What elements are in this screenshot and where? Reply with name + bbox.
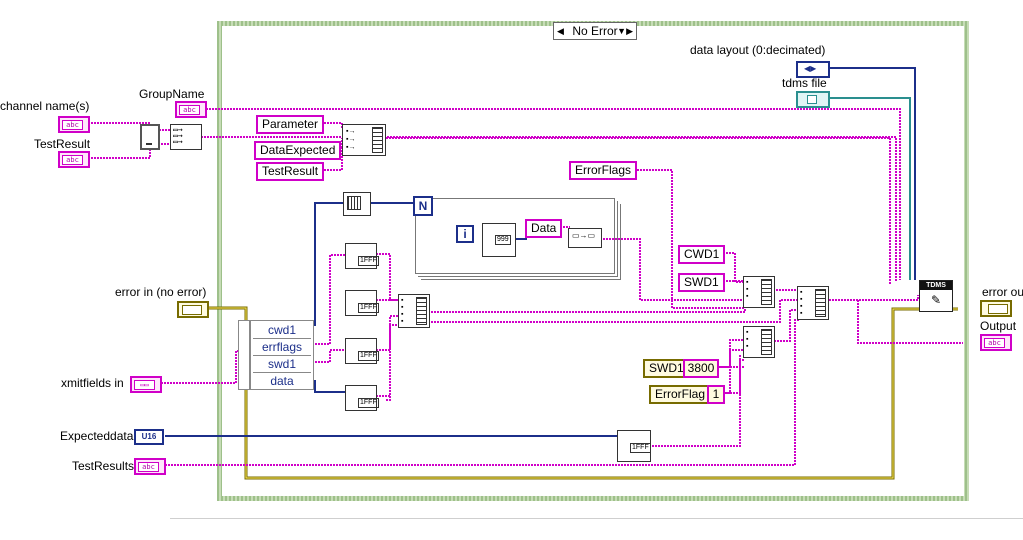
build-array-right-3[interactable]: ▪ ▪ ▪ bbox=[743, 326, 775, 358]
error-flag-constant[interactable]: ErrorFlag bbox=[649, 385, 712, 404]
loop-index-terminal[interactable]: i bbox=[456, 225, 474, 243]
num-1-constant[interactable]: 1 bbox=[707, 385, 725, 404]
error-in-control[interactable] bbox=[177, 301, 209, 318]
build-array-node[interactable]: ▭→ ▭→ ▭→ bbox=[170, 124, 202, 150]
concatenate-node[interactable]: ▭→▭ bbox=[568, 228, 602, 248]
group-name-control[interactable]: abc bbox=[175, 101, 207, 118]
test-results-control[interactable]: abc bbox=[134, 458, 166, 475]
xmit-fields-control[interactable]: ▭▭ bbox=[130, 376, 162, 393]
error-out-indicator bbox=[980, 300, 1012, 317]
format-index-node[interactable]: 999 bbox=[482, 223, 516, 257]
expected-data-control[interactable]: U16 bbox=[134, 429, 164, 445]
output-indicator: abc bbox=[980, 334, 1012, 351]
field-cwd1: cwd1 bbox=[253, 322, 311, 339]
build-array-top[interactable]: ▪→ ▪→ ▪→ bbox=[342, 124, 386, 156]
parameter-constant[interactable]: Parameter bbox=[256, 115, 325, 134]
transpose-array-node[interactable] bbox=[343, 192, 371, 216]
build-array-right-1[interactable]: ▪ ▪ ▪ bbox=[743, 276, 775, 308]
bottom-divider bbox=[170, 518, 1023, 519]
field-swd1: swd1 bbox=[253, 356, 311, 373]
format-hex-node-1[interactable]: 1FFF bbox=[345, 243, 379, 269]
channel-names-label: channel name(s) bbox=[0, 99, 90, 113]
test-result-constant[interactable]: TestResult bbox=[256, 162, 325, 181]
unbundle-by-name-node[interactable]: cwd1 errflags swd1 data bbox=[250, 320, 314, 390]
test-result-label: TestResult bbox=[34, 137, 91, 151]
case-dropdown-icon[interactable]: ▼▶ bbox=[617, 23, 633, 39]
format-hex-node-3[interactable]: 1FFF bbox=[345, 338, 379, 364]
build-array-right-2[interactable]: ▪ ▪ ▪ ▪ bbox=[797, 286, 829, 320]
case-decrement-icon[interactable]: ◀ bbox=[557, 23, 564, 39]
group-name-label: GroupName bbox=[139, 87, 205, 101]
field-data: data bbox=[270, 374, 294, 388]
tdms-file-control[interactable] bbox=[796, 91, 830, 108]
data-layout-label: data layout (0:decimated) bbox=[690, 43, 826, 57]
array-constant[interactable] bbox=[140, 124, 160, 150]
test-results-label: TestResults bbox=[72, 459, 135, 473]
unbundle-input-handle bbox=[238, 320, 250, 390]
error-out-label: error ou bbox=[982, 285, 1023, 299]
case-selector[interactable]: ◀ No Error ▼▶ bbox=[553, 22, 637, 40]
pencil-icon: ✎ bbox=[931, 293, 942, 307]
format-hex-node-4[interactable]: 1FFF bbox=[345, 385, 379, 411]
format-hex-node-5[interactable]: 1FFF bbox=[617, 430, 651, 462]
tdms-file-label: tdms file bbox=[782, 76, 827, 90]
expected-data-label: Expecteddata bbox=[60, 429, 134, 443]
field-errflags: errflags bbox=[253, 339, 311, 356]
test-result-control[interactable]: abc bbox=[58, 151, 90, 168]
data-expected-constant[interactable]: DataExpected bbox=[254, 141, 342, 160]
num-3800-constant[interactable]: 3800 bbox=[683, 359, 719, 378]
error-flags-constant[interactable]: ErrorFlags bbox=[569, 161, 638, 180]
tdms-write-node[interactable]: TDMS ✎ bbox=[919, 280, 953, 312]
error-in-label: error in (no error) bbox=[115, 285, 207, 299]
build-array-mid[interactable]: ▪ ▪ ▪ ▪ bbox=[398, 294, 430, 328]
loop-count-terminal[interactable]: N bbox=[413, 196, 433, 216]
swd1-constant[interactable]: SWD1 bbox=[678, 273, 725, 292]
cwd1-constant[interactable]: CWD1 bbox=[678, 245, 726, 264]
xmit-fields-label: xmitfields in bbox=[61, 376, 124, 390]
data-constant[interactable]: Data bbox=[525, 219, 563, 238]
channel-names-control[interactable]: abc bbox=[58, 116, 90, 133]
case-selector-label: No Error bbox=[572, 24, 618, 38]
format-hex-node-2[interactable]: 1FFF bbox=[345, 290, 379, 316]
output-label: Output bbox=[980, 319, 1017, 333]
